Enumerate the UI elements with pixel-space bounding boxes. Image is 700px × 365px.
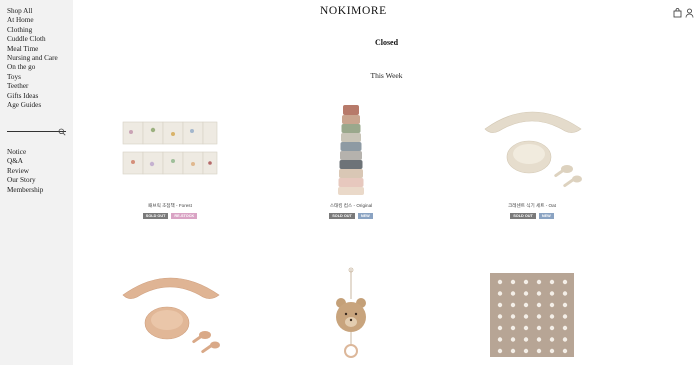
product-card[interactable]: 패브릭 초점책 - Forest SOLD OUT RE-STOCK [110,96,230,219]
nav-membership[interactable]: Membership [7,186,43,195]
product-image-blanket[interactable] [472,262,592,365]
new-badge: NEW [357,213,373,219]
search-icon[interactable] [58,123,66,136]
product-name[interactable]: 패브릭 초점책 - Forest [110,203,230,209]
restock-badge: RE-STOCK [171,213,198,219]
product-name[interactable]: 스태킹 컵스 - Original [291,203,411,209]
product-image-crescent-set-oat[interactable] [472,96,592,201]
search-box [7,123,66,140]
product-image-fabric-book[interactable] [110,96,230,201]
store-status: Closed [374,38,399,47]
user-icon[interactable] [685,5,694,18]
nav-shop-all[interactable]: Shop All [7,7,58,16]
nav-nursing-and-care[interactable]: Nursing and Care [7,54,58,63]
nav-meal-time[interactable]: Meal Time [7,45,58,54]
nav-toys[interactable]: Toys [7,73,58,82]
nav-clothing[interactable]: Clothing [7,26,58,35]
product-badges: SOLD OUT RE-STOCK [110,213,230,219]
category-nav: Shop All At Home Clothing Cuddle Cloth M… [7,7,58,110]
product-card[interactable]: 스태킹 컵스 - Original SOLD OUT NEW [291,96,411,219]
new-badge: NEW [538,213,554,219]
nav-teether[interactable]: Teether [7,82,58,91]
sold-out-badge: SOLD OUT [142,213,169,219]
sold-out-badge: SOLD OUT [329,213,355,219]
nav-cuddle-cloth[interactable]: Cuddle Cloth [7,35,58,44]
product-card[interactable] [291,262,411,365]
sold-out-badge: SOLD OUT [510,213,536,219]
nav-age-guides[interactable]: Age Guides [7,101,58,110]
brand-logo[interactable]: NOKIMORE [320,5,387,17]
product-card[interactable] [472,262,592,365]
product-image-crescent-set-peach[interactable] [110,262,230,365]
product-image-bear-music-box[interactable] [291,262,411,365]
nav-gifts-ideas[interactable]: Gifts Ideas [7,92,58,101]
sidebar: Shop All At Home Clothing Cuddle Cloth M… [0,0,73,365]
info-nav: Notice Q&A Review Our Story Membership [7,148,43,195]
nav-at-home[interactable]: At Home [7,16,58,25]
product-image-stacking-cups[interactable] [291,96,411,201]
nav-on-the-go[interactable]: On the go [7,63,58,72]
product-card[interactable]: 크레센트 식기 세트 - Oat SOLD OUT NEW [472,96,592,219]
nav-review[interactable]: Review [7,167,43,176]
shopping-bag-icon[interactable] [673,5,682,18]
nav-our-story[interactable]: Our Story [7,176,43,185]
nav-qna[interactable]: Q&A [7,157,43,166]
nav-notice[interactable]: Notice [7,148,43,157]
search-input[interactable] [7,132,57,140]
product-name[interactable]: 크레센트 식기 세트 - Oat [472,203,592,209]
product-card[interactable] [110,262,230,365]
section-title: This Week [370,71,403,80]
product-badges: SOLD OUT NEW [291,213,411,219]
product-badges: SOLD OUT NEW [472,213,592,219]
